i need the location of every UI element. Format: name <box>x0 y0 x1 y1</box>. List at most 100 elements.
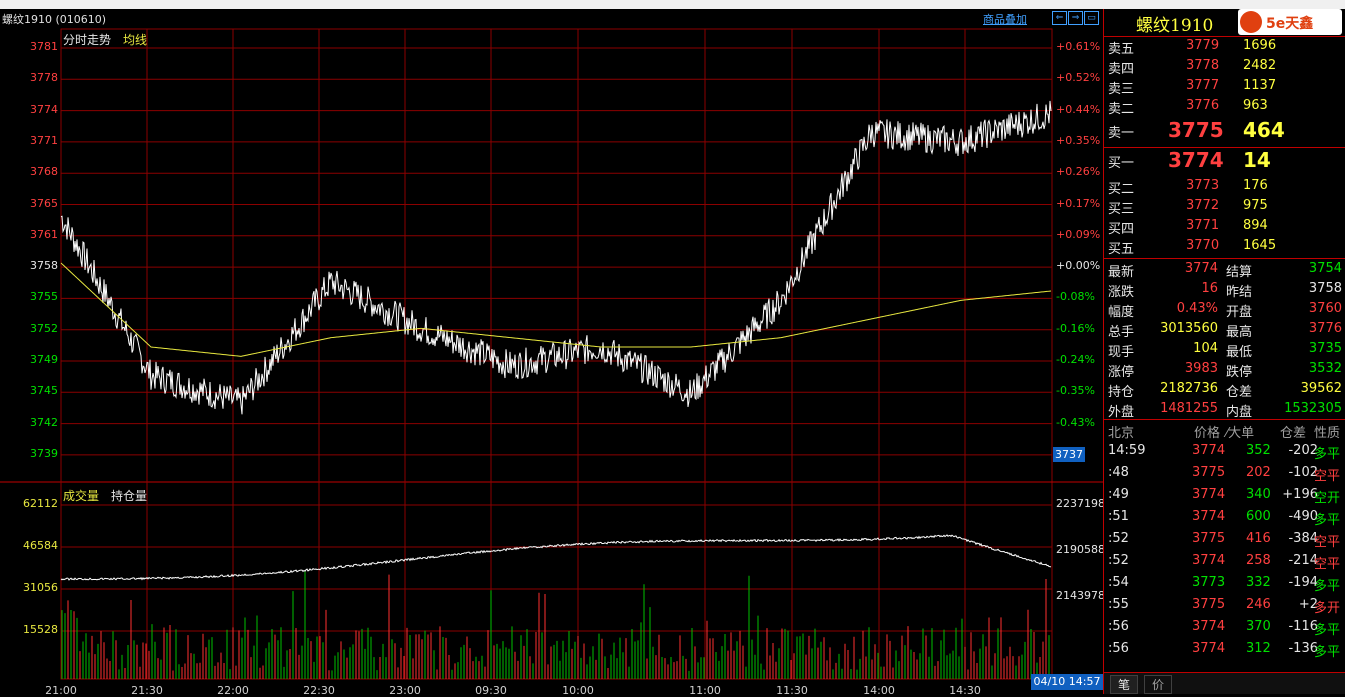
pct-label: +0.35% <box>1056 133 1101 147</box>
tick-row[interactable]: :49 3774 340 +196 空开 <box>1104 485 1345 506</box>
tick-price: 3774 <box>1192 619 1226 634</box>
tick-type: 多开 <box>1314 601 1341 616</box>
tick-price: 3775 <box>1192 465 1226 480</box>
ticks-col-type: 性质 <box>1314 426 1341 441</box>
tick-price: 3774 <box>1192 509 1226 524</box>
volume-label: 46584 <box>23 539 58 552</box>
tick-time: :54 <box>1108 575 1129 590</box>
tab-ticks[interactable]: 笔 <box>1110 675 1138 694</box>
ticks-col-oi: 仓差 <box>1280 426 1307 441</box>
stat-label: 最新 <box>1108 265 1135 280</box>
logo-text: 5e天鑫 <box>1266 16 1314 32</box>
tick-row[interactable]: :48 3775 202 -102 空平 <box>1104 463 1345 484</box>
oi-label: 2190588 <box>1056 543 1105 556</box>
sell-row: 卖二 3776 963 <box>1104 96 1345 117</box>
datetime-tag: 04/10 14:57 <box>1031 674 1103 690</box>
price-label: 3768 <box>30 165 58 179</box>
stat-value: 3735 <box>1308 341 1342 356</box>
order-label: 卖一 <box>1108 126 1135 141</box>
stat-label: 开盘 <box>1226 305 1253 320</box>
order-price: 3770 <box>1186 238 1220 253</box>
instrument-title: 螺纹1910 (010610) <box>2 13 107 26</box>
order-volume: 2482 <box>1243 58 1277 73</box>
ticks-col-big: ⁄大单 <box>1226 426 1255 441</box>
stat-value: 16 <box>1201 281 1218 296</box>
tick-row[interactable]: :51 3774 600 -490 多平 <box>1104 507 1345 528</box>
tick-volume: 340 <box>1246 487 1271 502</box>
tick-type: 多平 <box>1314 513 1341 528</box>
stat-value: 0.43% <box>1176 301 1218 316</box>
tick-volume: 332 <box>1246 575 1271 590</box>
bottom-tabs: 笔 价 <box>1104 673 1345 694</box>
tick-row[interactable]: :54 3773 332 -194 多平 <box>1104 573 1345 594</box>
zoom-in-icon[interactable]: ⇐ <box>1052 11 1067 25</box>
order-label: 卖三 <box>1108 82 1135 97</box>
view-controls[interactable]: ⇐ ⇒ ▭ <box>1052 11 1100 25</box>
tick-row[interactable]: :52 3774 258 -214 空平 <box>1104 551 1345 572</box>
time-label: 11:30 <box>776 684 808 697</box>
tick-price: 3774 <box>1192 487 1226 502</box>
order-price: 3774 <box>1168 148 1224 172</box>
overlay-button[interactable]: 商品叠加 <box>983 11 1027 27</box>
tick-volume: 202 <box>1246 465 1271 480</box>
tick-oi-change: +196 <box>1282 487 1318 502</box>
stat-label: 内盘 <box>1226 405 1253 420</box>
tick-type: 空平 <box>1314 469 1341 484</box>
buy-row: 买一 3774 14 <box>1104 148 1345 172</box>
expand-icon[interactable]: ▭ <box>1084 11 1099 25</box>
order-label: 卖五 <box>1108 42 1135 57</box>
order-volume: 1696 <box>1243 38 1277 53</box>
stat-label: 结算 <box>1226 265 1253 280</box>
price-label: 3761 <box>30 227 58 241</box>
stat-value: 3758 <box>1308 281 1342 296</box>
time-label: 21:30 <box>131 684 163 697</box>
open-interest-line <box>60 534 1052 581</box>
order-price: 3772 <box>1186 198 1220 213</box>
time-label: 09:30 <box>475 684 507 697</box>
stat-label: 现手 <box>1108 345 1135 360</box>
stat-value: 3983 <box>1184 361 1218 376</box>
volume-label: 62112 <box>23 497 58 510</box>
oi-label: 2143978 <box>1056 589 1105 602</box>
tick-time: :56 <box>1108 641 1129 656</box>
time-label: 22:30 <box>303 684 335 697</box>
price-label: 3749 <box>30 353 58 366</box>
stat-row: 现手 104 最低 3735 <box>1104 339 1345 360</box>
tick-row[interactable]: 14:59 3774 352 -202 多平 <box>1104 441 1345 462</box>
tick-volume: 370 <box>1246 619 1271 634</box>
price-label: 3765 <box>30 196 58 210</box>
order-label: 卖四 <box>1108 62 1135 77</box>
oi-label: 2237198 <box>1056 497 1105 510</box>
menu-bar[interactable] <box>0 0 1345 9</box>
stat-row: 最新 3774 结算 3754 <box>1104 259 1345 280</box>
tick-time: :55 <box>1108 597 1129 612</box>
price-label: 3778 <box>30 71 58 85</box>
price-label: 3745 <box>30 384 58 398</box>
tick-row[interactable]: :52 3775 416 -384 空平 <box>1104 529 1345 550</box>
buy-row: 买二 3773 176 <box>1104 176 1345 197</box>
stat-value: 3776 <box>1308 321 1342 336</box>
tab-price[interactable]: 价 <box>1144 675 1172 694</box>
price-label: 3755 <box>30 290 58 304</box>
tick-volume: 600 <box>1246 509 1271 524</box>
order-volume: 1137 <box>1243 78 1277 93</box>
pct-label: -0.08% <box>1056 290 1095 304</box>
tick-time: :51 <box>1108 509 1129 524</box>
buy-row: 买三 3772 975 <box>1104 196 1345 217</box>
tick-row[interactable]: :56 3774 370 -116 多平 <box>1104 617 1345 638</box>
tick-row[interactable]: :56 3774 312 -136 多平 <box>1104 639 1345 660</box>
time-label: 23:00 <box>389 684 421 697</box>
order-label: 卖二 <box>1108 102 1135 117</box>
order-label: 买五 <box>1108 242 1135 257</box>
tick-price: 3774 <box>1192 641 1226 656</box>
price-label: 3774 <box>30 102 58 116</box>
tick-row[interactable]: :55 3775 246 +2 多开 <box>1104 595 1345 616</box>
zoom-out-icon[interactable]: ⇒ <box>1068 11 1083 25</box>
stat-value: 3774 <box>1184 261 1218 276</box>
order-price: 3778 <box>1186 58 1220 73</box>
tick-type: 空开 <box>1314 491 1341 506</box>
tick-price: 3775 <box>1192 531 1226 546</box>
chart-svg <box>0 28 1103 680</box>
order-volume: 14 <box>1243 148 1271 172</box>
stat-label: 幅度 <box>1108 305 1135 320</box>
